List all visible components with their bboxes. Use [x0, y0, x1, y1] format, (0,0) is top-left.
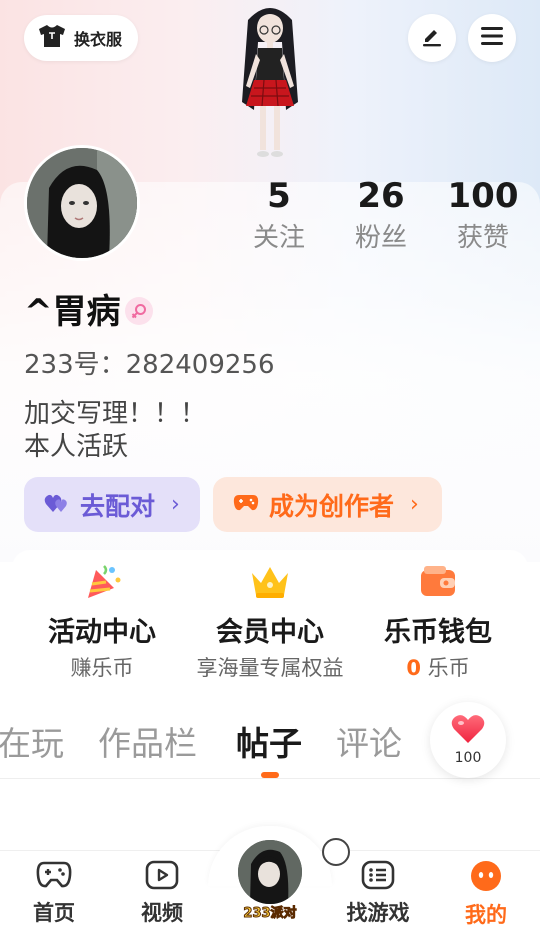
- stat-likes[interactable]: 100 获赞: [433, 176, 533, 254]
- gamepad-icon: [233, 493, 259, 517]
- nav-me-label: 我的: [465, 903, 507, 927]
- stat-following[interactable]: 5 关注: [229, 176, 329, 254]
- party-label: 233派对: [243, 906, 297, 922]
- face-icon: [468, 861, 504, 896]
- change-outfit-label: 换衣服: [74, 30, 123, 49]
- shirt-icon: [38, 24, 66, 52]
- stat-likes-value: 100: [447, 176, 519, 216]
- edit-button[interactable]: [408, 14, 456, 62]
- stat-fans-label: 粉丝: [354, 223, 407, 253]
- like-bubble[interactable]: 100: [430, 702, 506, 778]
- coin-unit: 乐币: [427, 656, 470, 680]
- membership-center-subtitle: 享海量专属权益: [196, 656, 344, 680]
- list-icon: [360, 860, 396, 894]
- nav-video-label: 视频: [141, 901, 183, 925]
- like-count: 100: [454, 750, 482, 766]
- female-icon: [125, 297, 153, 325]
- bio-line: 加交写理！！！: [24, 399, 207, 429]
- nav-find-games[interactable]: 找游戏: [333, 860, 423, 926]
- tab-playing[interactable]: 在玩: [0, 722, 64, 766]
- wallet-icon: [352, 560, 524, 604]
- gamepad-icon: [36, 861, 72, 894]
- user-id: 233号：282409256: [24, 350, 275, 380]
- stat-following-value: 5: [267, 176, 291, 216]
- change-outfit-button[interactable]: 换衣服: [24, 15, 139, 61]
- bio: 加交写理！！！ 本人活跃: [24, 398, 206, 464]
- party-popper-icon: [16, 560, 188, 604]
- bio-line: 本人活跃: [24, 432, 129, 462]
- crown-icon: [184, 560, 356, 604]
- coin-wallet-subtitle: 0 乐币: [352, 654, 524, 682]
- hearts-icon: [44, 492, 70, 518]
- activity-center-title: 活动中心: [48, 617, 156, 648]
- activity-center-subtitle: 赚乐币: [70, 656, 134, 680]
- profile-avatar[interactable]: [24, 145, 140, 261]
- match-label: 去配对: [80, 491, 156, 521]
- stat-following-label: 关注: [252, 223, 305, 253]
- menu-icon: [480, 25, 504, 51]
- username: ^胃病: [24, 292, 121, 332]
- chevron-right-icon: ›: [171, 492, 180, 517]
- video-play-icon: [144, 860, 180, 894]
- coin-wallet-item[interactable]: 乐币钱包 0 乐币: [352, 560, 524, 682]
- become-creator-button[interactable]: 成为创作者 ›: [213, 477, 442, 532]
- coin-balance: 0: [406, 656, 421, 680]
- nav-video[interactable]: 视频: [117, 860, 207, 926]
- become-creator-label: 成为创作者: [269, 491, 395, 521]
- membership-center-item[interactable]: 会员中心 享海量专属权益: [184, 560, 356, 682]
- nav-home-label: 首页: [33, 901, 75, 925]
- services-card: 活动中心 赚乐币 会员中心 享海量专属权益 乐币钱包 0 乐币: [12, 550, 528, 694]
- chevron-right-icon: ›: [410, 492, 419, 517]
- nav-me[interactable]: 我的: [441, 860, 531, 928]
- party-avatar-button[interactable]: [236, 838, 304, 906]
- edit-icon: [420, 24, 444, 52]
- tab-posts[interactable]: 帖子: [236, 722, 302, 766]
- tab-works[interactable]: 作品栏: [98, 722, 197, 766]
- coin-wallet-title: 乐币钱包: [384, 617, 492, 648]
- avatar-character[interactable]: [220, 2, 320, 160]
- stat-fans-value: 26: [357, 176, 405, 216]
- activity-center-item[interactable]: 活动中心 赚乐币: [16, 560, 188, 682]
- nav-home[interactable]: 首页: [9, 860, 99, 926]
- menu-button[interactable]: [468, 14, 516, 62]
- stat-fans[interactable]: 26 粉丝: [331, 176, 431, 254]
- tabs-divider: [0, 778, 540, 779]
- stat-likes-label: 获赞: [456, 223, 509, 253]
- match-button[interactable]: 去配对 ›: [24, 477, 200, 532]
- membership-center-title: 会员中心: [216, 617, 324, 648]
- tab-comments[interactable]: 评论: [336, 722, 402, 766]
- heart-icon: [451, 714, 485, 748]
- nav-find-games-label: 找游戏: [346, 901, 410, 925]
